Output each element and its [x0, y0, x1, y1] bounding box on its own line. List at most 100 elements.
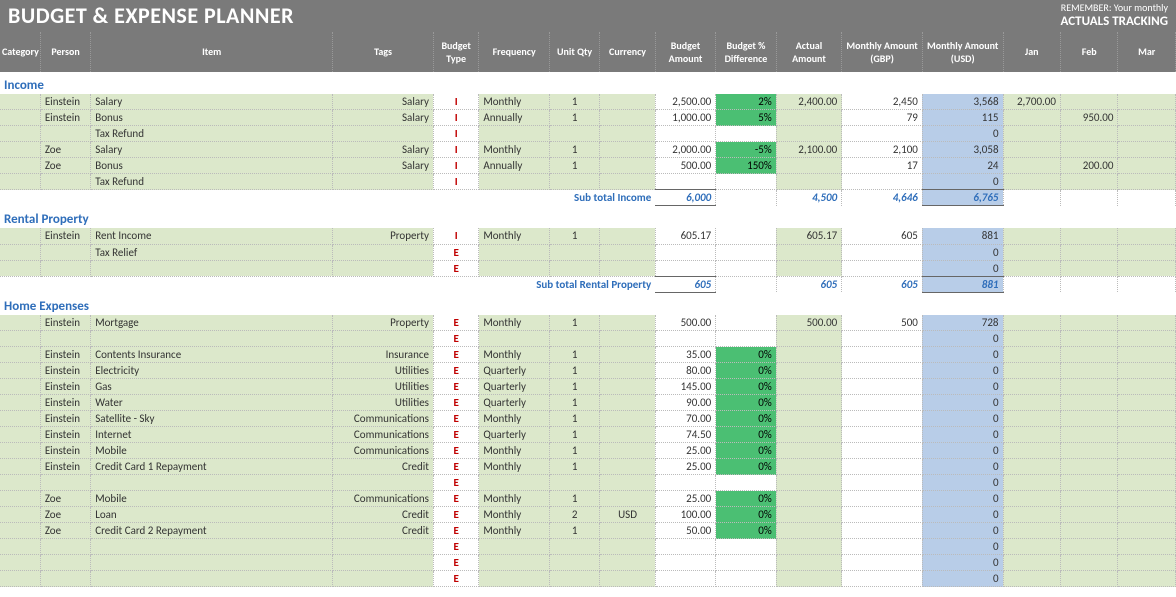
- cell-budget-amount[interactable]: 74.50: [655, 427, 715, 443]
- cell-person[interactable]: Zoe: [40, 507, 90, 523]
- cell-actual-amount[interactable]: 2,400.00: [776, 94, 842, 110]
- cell-item[interactable]: Mortgage: [91, 315, 333, 331]
- cell-currency[interactable]: USD: [600, 507, 655, 523]
- cell-budget-amount[interactable]: 35.00: [655, 347, 715, 363]
- cell-frequency[interactable]: [479, 244, 550, 260]
- subtotal-jan[interactable]: [1003, 276, 1060, 292]
- cell-monthly-gbp[interactable]: 79: [842, 110, 923, 126]
- cell-jan[interactable]: [1003, 459, 1060, 475]
- cell-actual-amount[interactable]: [776, 459, 842, 475]
- cell-jan[interactable]: [1003, 158, 1060, 174]
- subtotal-monthly-usd[interactable]: 6,765: [922, 190, 1003, 206]
- cell-budget-pct-diff[interactable]: [716, 475, 776, 491]
- cell-budget-type[interactable]: E: [433, 395, 478, 411]
- cell-feb[interactable]: [1060, 363, 1117, 379]
- cell-unit-qty[interactable]: [549, 244, 599, 260]
- subtotal-feb[interactable]: [1060, 276, 1117, 292]
- cell-budget-type[interactable]: I: [433, 228, 478, 244]
- cell-budget-amount[interactable]: 605.17: [655, 228, 715, 244]
- cell-monthly-gbp[interactable]: [842, 174, 923, 190]
- cell-tags[interactable]: [333, 331, 434, 347]
- cell-tags[interactable]: [333, 126, 434, 142]
- cell-person[interactable]: [40, 174, 90, 190]
- cell-feb[interactable]: [1060, 571, 1117, 587]
- cell-budget-pct-diff[interactable]: [716, 331, 776, 347]
- cell-person[interactable]: Einstein: [40, 379, 90, 395]
- cell-tags[interactable]: [333, 571, 434, 587]
- cell-budget-amount[interactable]: 90.00: [655, 395, 715, 411]
- cell-monthly-gbp[interactable]: [842, 395, 923, 411]
- cell-item[interactable]: Mobile: [91, 443, 333, 459]
- cell-actual-amount[interactable]: [776, 443, 842, 459]
- cell-feb[interactable]: [1060, 174, 1117, 190]
- cell-budget-amount[interactable]: [655, 555, 715, 571]
- cell-mar[interactable]: [1118, 260, 1176, 276]
- cell-frequency[interactable]: Quarterly: [479, 395, 550, 411]
- cell-monthly-gbp[interactable]: [842, 363, 923, 379]
- cell-actual-amount[interactable]: 605.17: [776, 228, 842, 244]
- cell-actual-amount[interactable]: [776, 126, 842, 142]
- col-actual-amount[interactable]: Actual Amount: [776, 32, 842, 72]
- subtotal-mar[interactable]: [1118, 276, 1176, 292]
- cell-currency[interactable]: [600, 315, 655, 331]
- cell-frequency[interactable]: Monthly: [479, 443, 550, 459]
- cell-jan[interactable]: [1003, 174, 1060, 190]
- cell-currency[interactable]: [600, 363, 655, 379]
- cell-feb[interactable]: 200.00: [1060, 158, 1117, 174]
- cell-unit-qty[interactable]: 1: [549, 363, 599, 379]
- cell-budget-amount[interactable]: 2,000.00: [655, 142, 715, 158]
- cell-currency[interactable]: [600, 411, 655, 427]
- cell-monthly-gbp[interactable]: 2,450: [842, 94, 923, 110]
- cell-mar[interactable]: [1118, 443, 1176, 459]
- cell-category[interactable]: [0, 379, 40, 395]
- cell-jan[interactable]: [1003, 427, 1060, 443]
- cell-frequency[interactable]: [479, 555, 550, 571]
- cell-unit-qty[interactable]: [549, 174, 599, 190]
- col-monthly-gbp[interactable]: Monthly Amount (GBP): [842, 32, 923, 72]
- cell-person[interactable]: Einstein: [40, 315, 90, 331]
- cell-feb[interactable]: [1060, 379, 1117, 395]
- cell-budget-pct-diff[interactable]: -5%: [716, 142, 776, 158]
- cell-mar[interactable]: [1118, 475, 1176, 491]
- cell-monthly-gbp[interactable]: [842, 523, 923, 539]
- cell-actual-amount[interactable]: [776, 260, 842, 276]
- cell-mar[interactable]: [1118, 126, 1176, 142]
- cell-mar[interactable]: [1118, 491, 1176, 507]
- cell-feb[interactable]: [1060, 411, 1117, 427]
- cell-tags[interactable]: Property: [333, 315, 434, 331]
- cell-monthly-gbp[interactable]: [842, 331, 923, 347]
- cell-monthly-usd[interactable]: 115: [922, 110, 1003, 126]
- cell-monthly-gbp[interactable]: [842, 443, 923, 459]
- cell-tags[interactable]: Communications: [333, 491, 434, 507]
- cell-unit-qty[interactable]: 1: [549, 379, 599, 395]
- cell-feb[interactable]: [1060, 347, 1117, 363]
- cell-monthly-gbp[interactable]: [842, 507, 923, 523]
- cell-jan[interactable]: [1003, 523, 1060, 539]
- cell-item[interactable]: [91, 475, 333, 491]
- cell-frequency[interactable]: [479, 331, 550, 347]
- cell-tags[interactable]: Salary: [333, 110, 434, 126]
- cell-currency[interactable]: [600, 158, 655, 174]
- col-currency[interactable]: Currency: [600, 32, 655, 72]
- cell-frequency[interactable]: [479, 571, 550, 587]
- cell-tags[interactable]: [333, 539, 434, 555]
- cell-jan[interactable]: [1003, 539, 1060, 555]
- cell-monthly-gbp[interactable]: [842, 244, 923, 260]
- cell-feb[interactable]: [1060, 126, 1117, 142]
- cell-frequency[interactable]: Monthly: [479, 523, 550, 539]
- cell-monthly-usd[interactable]: 0: [922, 539, 1003, 555]
- cell-jan[interactable]: [1003, 475, 1060, 491]
- cell-mar[interactable]: [1118, 228, 1176, 244]
- subtotal-monthly-usd[interactable]: 881: [922, 276, 1003, 292]
- cell-item[interactable]: Internet: [91, 427, 333, 443]
- cell-person[interactable]: Einstein: [40, 427, 90, 443]
- cell-category[interactable]: [0, 158, 40, 174]
- cell-mar[interactable]: [1118, 411, 1176, 427]
- cell-item[interactable]: [91, 555, 333, 571]
- cell-tags[interactable]: Communications: [333, 443, 434, 459]
- cell-item[interactable]: [91, 331, 333, 347]
- cell-currency[interactable]: [600, 491, 655, 507]
- cell-currency[interactable]: [600, 571, 655, 587]
- cell-mar[interactable]: [1118, 395, 1176, 411]
- subtotal-actual-amount[interactable]: 4,500: [776, 190, 842, 206]
